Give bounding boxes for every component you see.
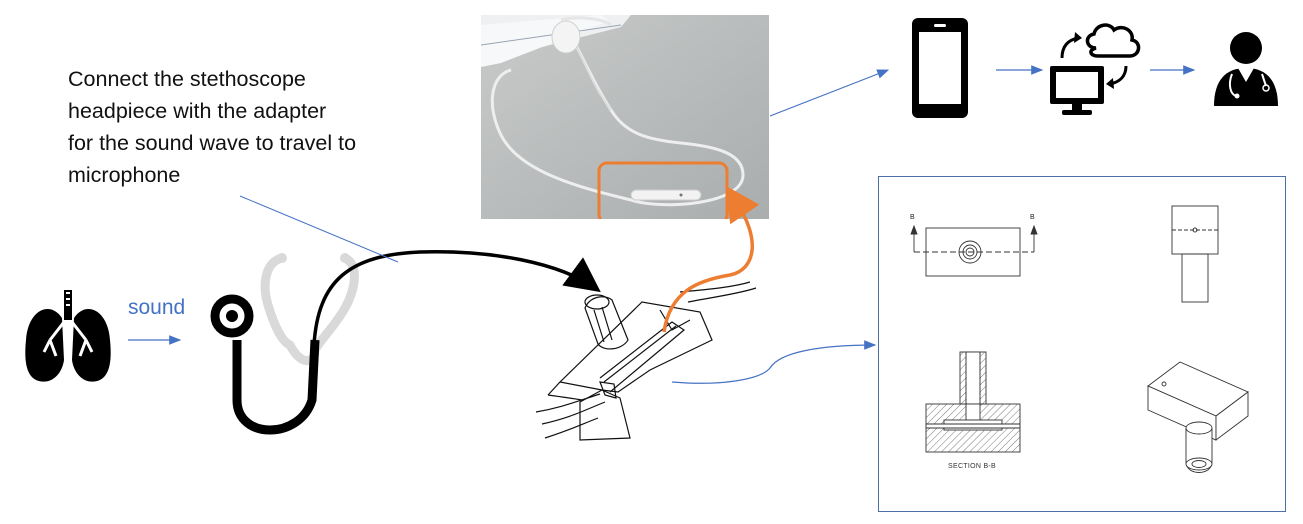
caption-leader-line [239,195,399,263]
microphone-arrow [662,185,760,333]
tube-arrow [312,250,601,346]
computer-cloud-sync-icon [1050,23,1141,115]
stethoscope-icon [210,253,359,435]
doctor-icon [1214,32,1278,106]
cad-side-view [1171,205,1219,303]
cad-connector [671,340,877,384]
cad-isometric-view [1147,361,1249,473]
diagram-canvas [25,18,1278,473]
cad-section-view [925,351,1021,453]
adapter-sketch [535,281,757,441]
lungs-icon [25,290,111,382]
photo-to-phone-arrow [769,69,890,117]
cad-top-view [910,224,1038,277]
smartphone-icon [912,18,968,118]
